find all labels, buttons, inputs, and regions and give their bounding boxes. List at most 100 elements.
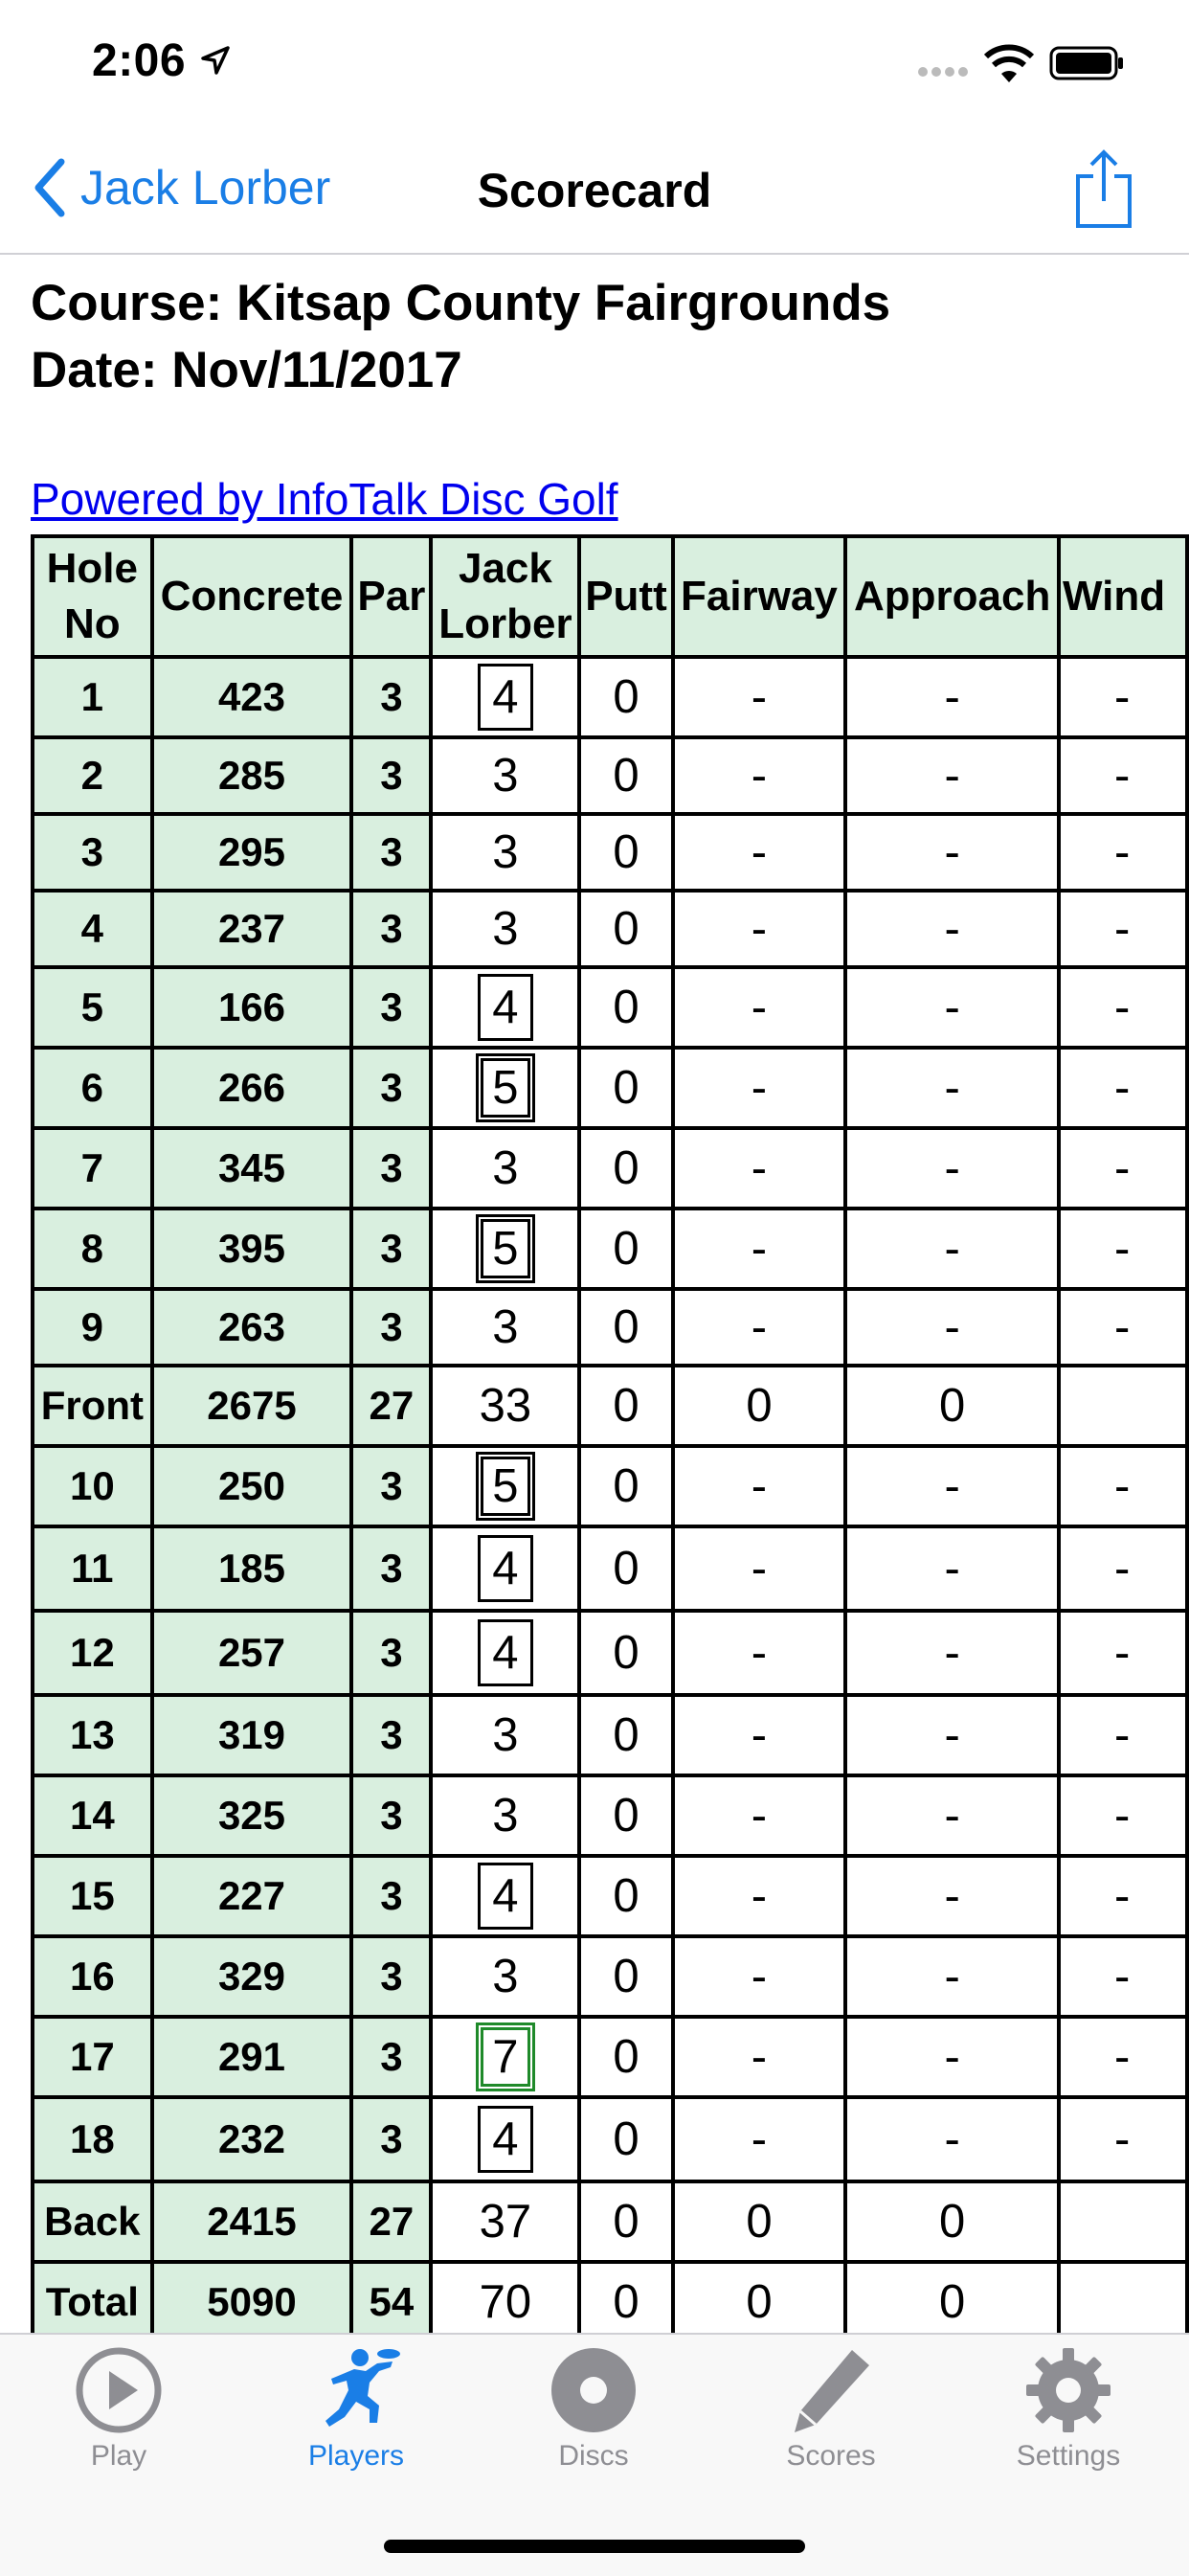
approach-cell: - xyxy=(843,1287,1061,1367)
tab-settings-label: Settings xyxy=(1016,2440,1121,2472)
bogey-score: 4 xyxy=(478,2106,533,2173)
disc-icon xyxy=(551,2348,636,2432)
wind-cell: - xyxy=(1057,2095,1189,2183)
tab-settings[interactable]: Settings xyxy=(950,2344,1187,2473)
pencil-icon xyxy=(795,2350,869,2432)
tab-players[interactable]: Players xyxy=(237,2344,475,2473)
battery-icon xyxy=(1049,46,1126,85)
approach-cell: 0 xyxy=(843,2260,1061,2333)
navigation-bar: Jack Lorber Scorecard xyxy=(0,124,1189,255)
bogey-score: 4 xyxy=(478,664,533,731)
approach-cell: 0 xyxy=(843,2180,1061,2264)
putt-cell: 0 xyxy=(577,1207,675,1291)
scorecard-table: Hole No Concrete Par Jack Lorber Putt Fair… xyxy=(31,534,1189,2333)
powered-by-link[interactable]: Powered by InfoTalk Disc Golf xyxy=(31,473,618,525)
header-par: Par xyxy=(349,534,434,659)
location-arrow-icon xyxy=(201,46,230,79)
table-row: 3 295 3 3 0- - - xyxy=(31,812,1189,893)
score-cell: 33 xyxy=(429,1364,582,1448)
wind-cell: - xyxy=(1057,735,1189,816)
status-bar: 2:06 xyxy=(0,0,1189,124)
table-row: Front 2675 27 33 0 0 0 xyxy=(31,1364,1189,1448)
wind-cell: - xyxy=(1057,655,1189,739)
par-cell: 3 xyxy=(349,889,434,969)
hole-cell: 7 xyxy=(31,1126,154,1210)
status-time: 2:06 xyxy=(92,35,187,86)
scorecard-content[interactable]: Course: Kitsap County Fairgrounds Date: … xyxy=(0,255,1189,2333)
home-indicator[interactable] xyxy=(384,2540,805,2553)
page-title: Scorecard xyxy=(477,164,712,217)
putt-cell: 0 xyxy=(577,1444,675,1528)
fairway-cell: - xyxy=(670,655,848,739)
length-cell: 291 xyxy=(149,2015,354,2099)
putt-cell: 0 xyxy=(577,1126,675,1210)
par-cell: 3 xyxy=(349,1525,434,1613)
score-value: 3 xyxy=(492,1951,519,2002)
table-row: 12 257 3 4 0- - - xyxy=(31,1609,1189,1697)
hole-cell: 18 xyxy=(31,2095,154,2183)
hole-cell: 8 xyxy=(31,1207,154,1291)
par-cell: 3 xyxy=(349,735,434,816)
header-hole-line2: No xyxy=(64,600,121,647)
length-cell: 237 xyxy=(149,889,354,969)
wind-cell xyxy=(1057,2180,1189,2264)
putt-cell: 0 xyxy=(577,812,675,893)
score-cell: 4 xyxy=(429,1525,582,1613)
length-cell: 345 xyxy=(149,1126,354,1210)
wind-cell: - xyxy=(1057,1609,1189,1697)
hole-cell: 3 xyxy=(31,812,154,893)
approach-cell: - xyxy=(843,1609,1061,1697)
fairway-cell: - xyxy=(670,1693,848,1777)
putt-cell: 0 xyxy=(577,1693,675,1777)
cellular-signal-icon xyxy=(917,65,971,83)
score-cell: 5 xyxy=(429,1207,582,1291)
tab-play-label: Play xyxy=(90,2440,147,2472)
score-cell: 70 xyxy=(429,2260,582,2333)
wind-cell: - xyxy=(1057,1207,1189,1291)
length-cell: 257 xyxy=(149,1609,354,1697)
putt-cell: 0 xyxy=(577,2260,675,2333)
fairway-cell: 0 xyxy=(670,2180,848,2264)
fairway-cell: - xyxy=(670,812,848,893)
par-cell: 3 xyxy=(349,1609,434,1697)
double-bogey-score: 5 xyxy=(476,1452,535,1521)
length-cell: 319 xyxy=(149,1693,354,1777)
approach-cell: - xyxy=(843,889,1061,969)
header-length: Concrete xyxy=(149,534,354,659)
tab-scores[interactable]: Scores xyxy=(712,2344,950,2473)
length-cell: 250 xyxy=(149,1444,354,1528)
table-row: 17 291 3 7 0- - - xyxy=(31,2015,1189,2099)
approach-cell: - xyxy=(843,2095,1061,2183)
putt-cell: 0 xyxy=(577,889,675,969)
wind-cell: - xyxy=(1057,1046,1189,1130)
wind-cell: - xyxy=(1057,1934,1189,2019)
length-cell: 2415 xyxy=(149,2180,354,2264)
length-cell: 227 xyxy=(149,1854,354,1938)
score-value: 3 xyxy=(492,826,519,878)
share-button[interactable] xyxy=(1072,149,1135,235)
scorecard-body: 1 423 3 4 0- - -2 285 3 3 0- - -3 295 3 3 0- - -4 237 3 3 0- - -… xyxy=(31,655,1189,2333)
tab-players-label: Players xyxy=(307,2440,405,2472)
fairway-cell: - xyxy=(670,1774,848,1858)
tab-discs[interactable]: Discs xyxy=(475,2344,712,2473)
score-value: 3 xyxy=(492,750,519,802)
par-cell: 3 xyxy=(349,1934,434,2019)
approach-cell: - xyxy=(843,1126,1061,1210)
putt-cell: 0 xyxy=(577,1934,675,2019)
score-value: 33 xyxy=(479,1380,532,1432)
header-hole-line1: Hole xyxy=(46,545,139,592)
wind-cell: - xyxy=(1057,1774,1189,1858)
tab-scores-label: Scores xyxy=(786,2440,876,2472)
score-cell: 5 xyxy=(429,1444,582,1528)
par-cell: 27 xyxy=(349,1364,434,1448)
hole-cell: 9 xyxy=(31,1287,154,1367)
wind-cell: - xyxy=(1057,1287,1189,1367)
approach-cell: - xyxy=(843,965,1061,1050)
fairway-cell: 0 xyxy=(670,2260,848,2333)
approach-cell: - xyxy=(843,2015,1061,2099)
hole-cell: 4 xyxy=(31,889,154,969)
approach-cell: - xyxy=(843,735,1061,816)
tab-play[interactable]: Play xyxy=(0,2344,237,2473)
length-cell: 5090 xyxy=(149,2260,354,2333)
wind-cell: - xyxy=(1057,1126,1189,1210)
